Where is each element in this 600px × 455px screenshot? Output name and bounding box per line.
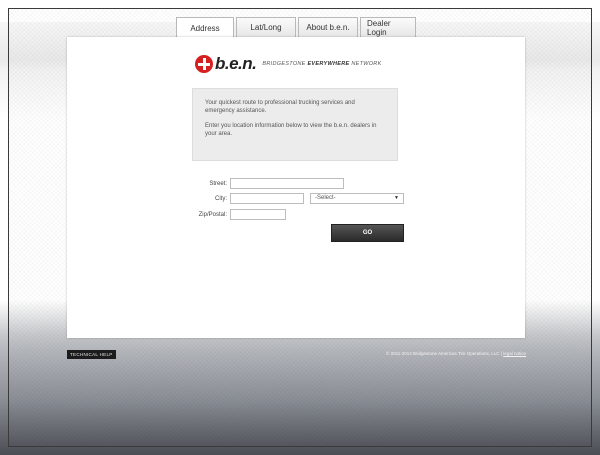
- tab-bar: Address Lat/Long About b.e.n. Dealer Log…: [176, 17, 416, 38]
- logo-tagline: BRIDGESTONE EVERYWHERE NETWORK: [262, 61, 382, 67]
- chevron-down-icon: ▼: [394, 195, 399, 201]
- legal-notice-link[interactable]: legal notice: [503, 351, 526, 356]
- street-input[interactable]: [230, 178, 344, 189]
- tab-about-ben[interactable]: About b.e.n.: [298, 17, 358, 37]
- info-box: Your quickest route to professional truc…: [192, 88, 398, 161]
- ben-cross-icon: [195, 55, 213, 73]
- city-input[interactable]: [230, 193, 304, 204]
- tab-dealer-login[interactable]: Dealer Login: [360, 17, 416, 37]
- street-label: Street:: [209, 181, 227, 187]
- zip-input[interactable]: [230, 209, 286, 220]
- state-select[interactable]: -Select- ▼: [310, 193, 404, 204]
- zip-label: Zip/Postal:: [198, 212, 227, 218]
- state-select-value: -Select-: [315, 195, 336, 201]
- city-label: City:: [215, 196, 227, 202]
- info-text-2: Enter you location information below to …: [205, 123, 377, 137]
- info-text-1: Your quickest route to professional truc…: [205, 100, 355, 114]
- tab-lat-long[interactable]: Lat/Long: [236, 17, 296, 37]
- technical-help-button[interactable]: TECHNICAL HELP: [67, 350, 116, 359]
- ben-logo: b.e.n. BRIDGESTONE EVERYWHERE NETWORK: [195, 54, 382, 74]
- main-panel: b.e.n. BRIDGESTONE EVERYWHERE NETWORK Yo…: [67, 37, 525, 338]
- go-button[interactable]: GO: [331, 224, 404, 242]
- footer-copyright: © 2011-2014 Bridgestone Americas Tire Op…: [386, 351, 526, 356]
- tab-address[interactable]: Address: [176, 17, 234, 38]
- logo-brand: b.e.n.: [215, 54, 257, 73]
